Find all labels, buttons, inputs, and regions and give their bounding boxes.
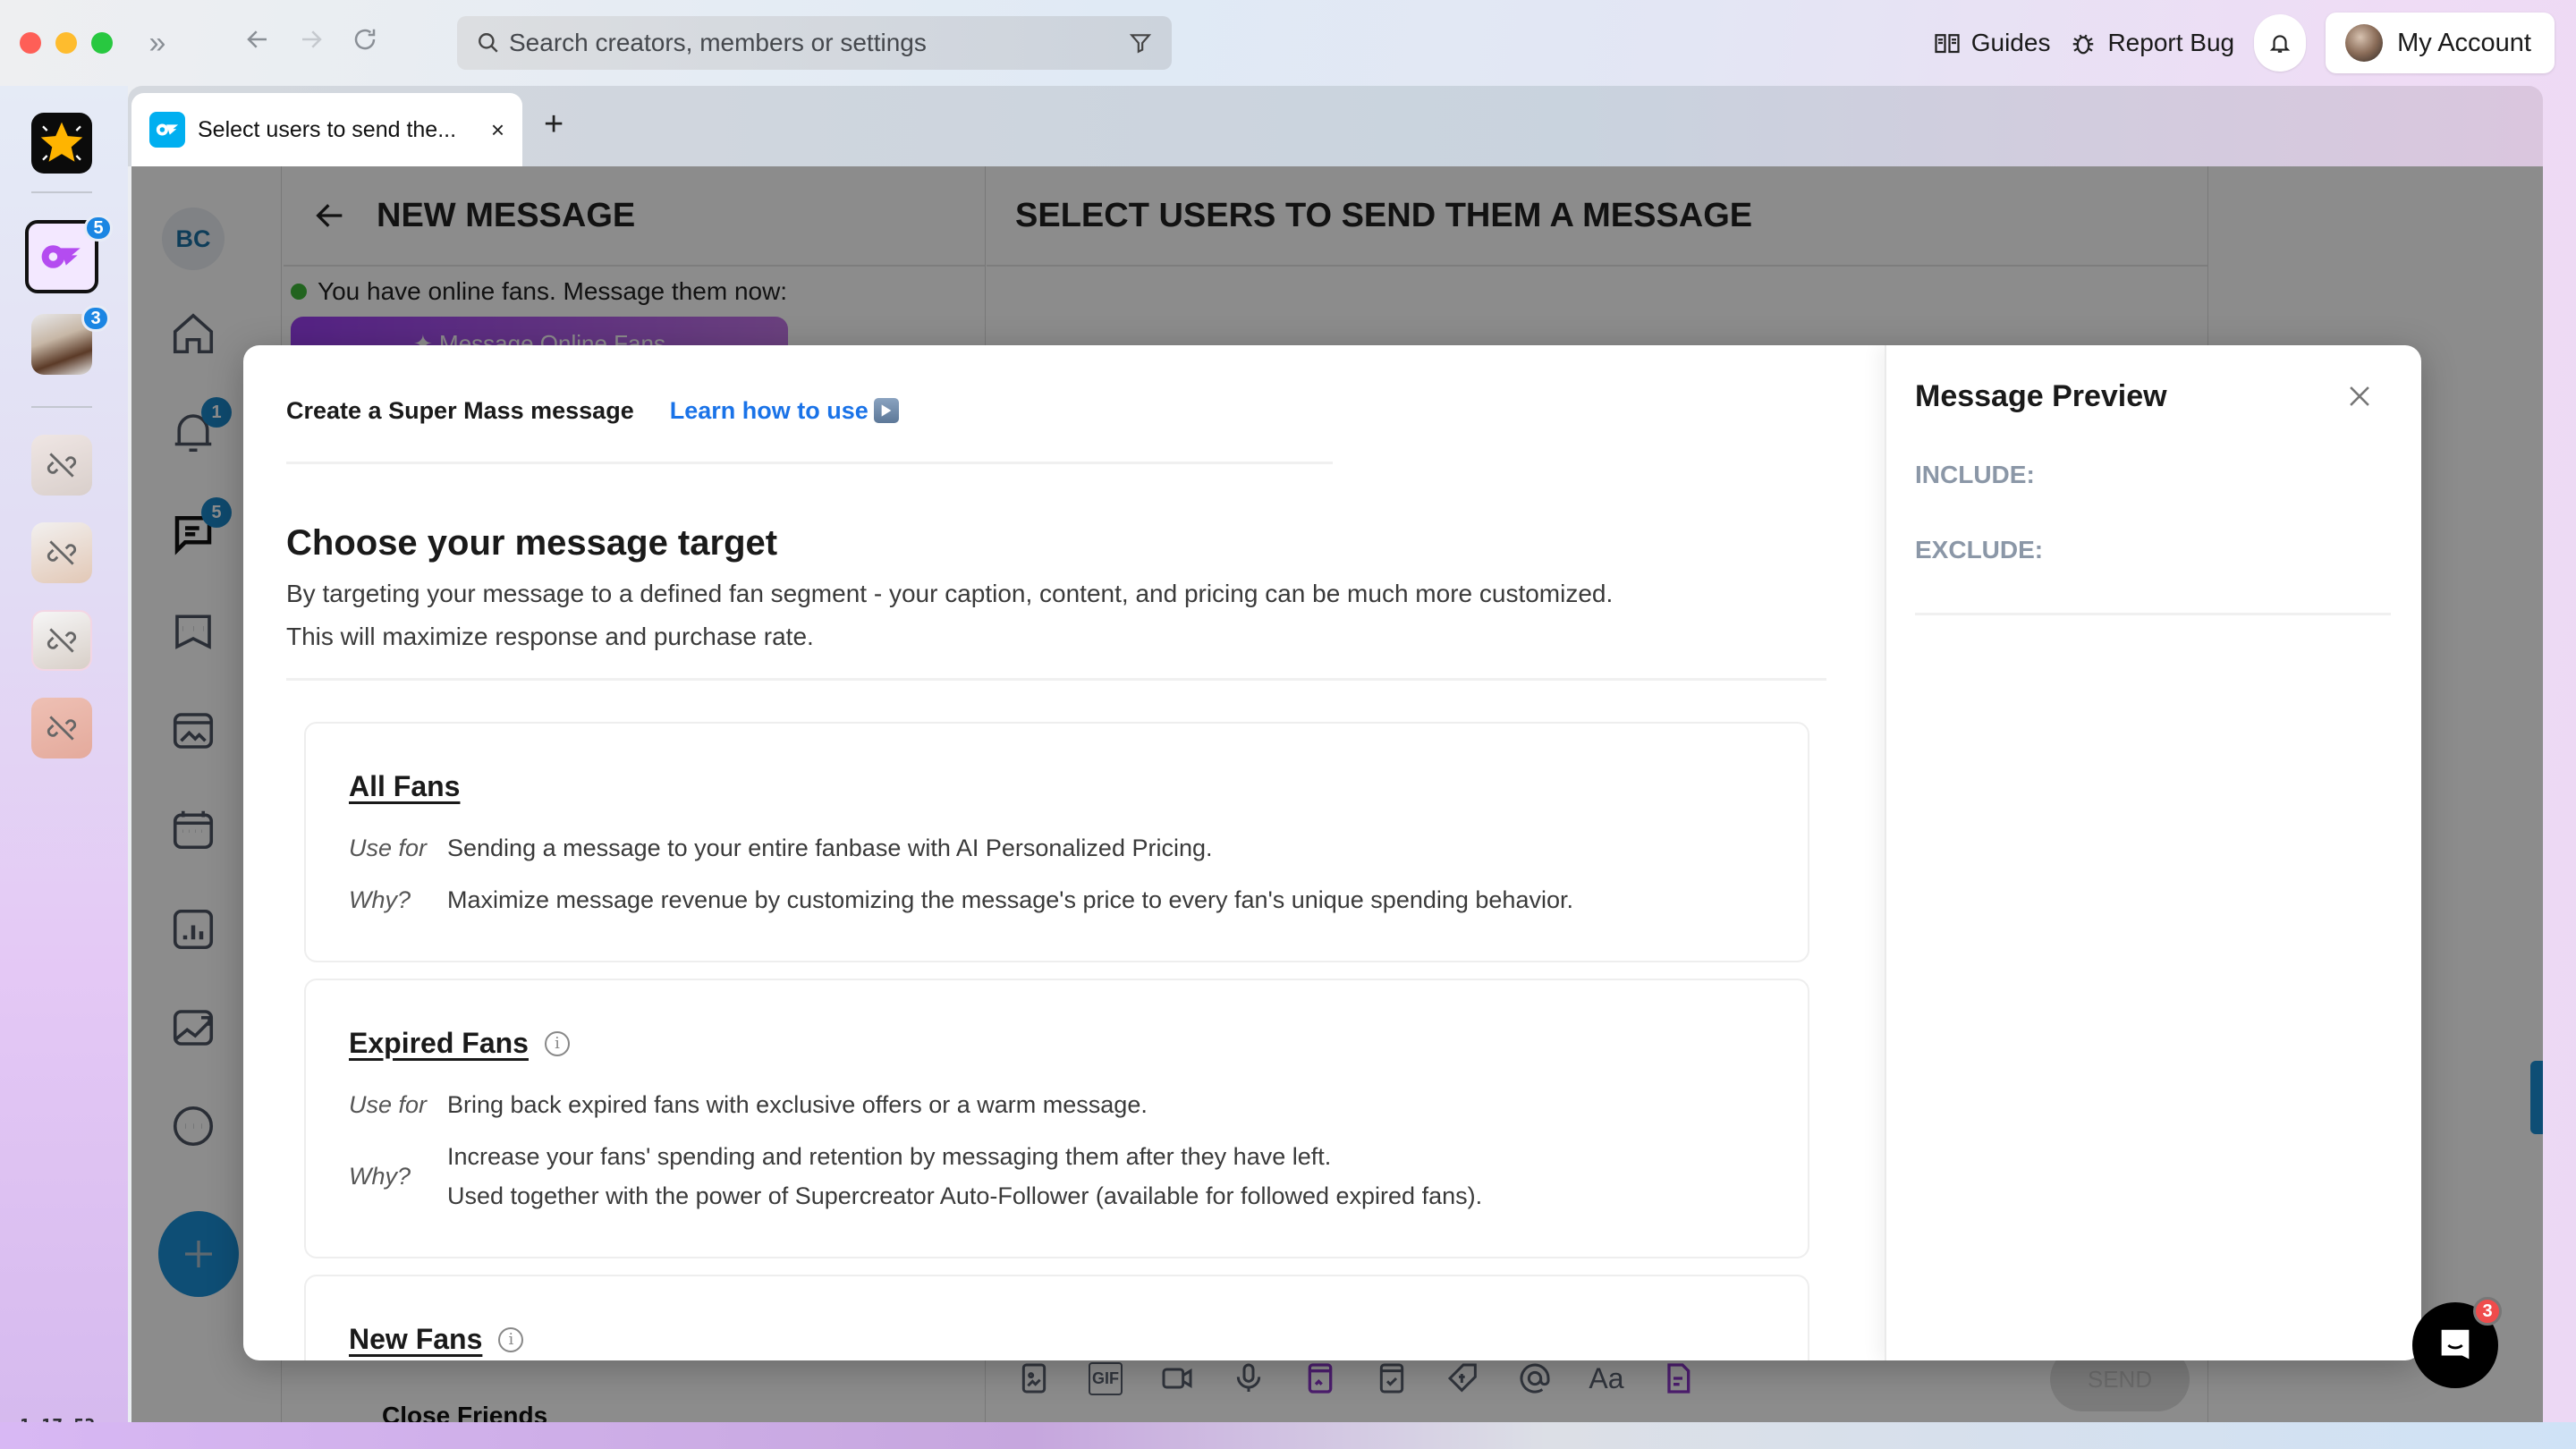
use-for-label: Use for (349, 834, 428, 861)
target-heading: Choose your message target (286, 523, 778, 563)
tab-select-users[interactable]: Select users to send the... × (131, 93, 522, 166)
guides-link[interactable]: Guides (1934, 29, 2051, 57)
target-option-new-fans[interactable]: New Fans i (304, 1275, 1809, 1360)
sidebar-toggle-button[interactable]: » (140, 25, 175, 61)
message-preview-panel: Message Preview INCLUDE: EXCLUDE: (1885, 345, 2421, 1360)
top-right-actions: Guides Report Bug My Account (1934, 13, 2555, 73)
learn-link-label: Learn how to use (669, 396, 869, 424)
modal-title: Create a Super Mass message (286, 396, 634, 424)
learn-how-to-use-link[interactable]: Learn how to use (670, 397, 899, 425)
chat-badge: 3 (2473, 1297, 2502, 1326)
why-text: Maximize message revenue by customizing … (447, 886, 1573, 913)
target-option-all-fans[interactable]: All Fans Use for Sending a message to yo… (304, 722, 1809, 962)
book-icon (1935, 34, 1960, 54)
back-button[interactable] (240, 25, 275, 61)
search-input[interactable] (509, 29, 1129, 57)
target-selection-panel: Create a Super Mass message Learn how to… (243, 345, 1885, 1360)
use-for-text: Bring back expired fans with exclusive o… (447, 1091, 1148, 1118)
description-line-2: This will maximize response and purchase… (286, 623, 814, 650)
linked-account-3-button[interactable] (31, 610, 92, 671)
linked-account-4-button[interactable] (31, 698, 92, 758)
my-account-label: My Account (2397, 28, 2531, 57)
unlink-icon (47, 453, 77, 478)
description-divider (286, 678, 1826, 681)
my-account-button[interactable]: My Account (2326, 13, 2555, 73)
super-mass-message-modal: Create a Super Mass message Learn how to… (243, 345, 2421, 1360)
onlyfans-favicon-icon (149, 112, 185, 148)
double-chevron-right-icon: » (148, 26, 166, 60)
reload-icon (354, 29, 376, 50)
report-bug-label: Report Bug (2107, 29, 2235, 56)
tab-strip: Select users to send the... × + (128, 86, 2543, 166)
creator-profile-button[interactable]: 3 (31, 305, 110, 375)
why-line-1: Increase your fans' spending and retenti… (447, 1143, 1332, 1170)
use-for-label: Use for (349, 1090, 428, 1118)
unlink-icon (47, 540, 77, 565)
forward-button[interactable] (293, 25, 329, 61)
filter-icon[interactable] (1129, 30, 1152, 55)
new-tab-button[interactable]: + (544, 106, 564, 144)
report-bug-link[interactable]: Report Bug (2070, 29, 2234, 57)
option-title: New Fans (349, 1323, 483, 1355)
option-title: Expired Fans (349, 1027, 529, 1059)
unlink-icon (47, 628, 77, 653)
header-divider (286, 462, 1333, 464)
window-controls (20, 32, 113, 54)
target-description: By targeting your message to a defined f… (286, 572, 1885, 658)
tab-close-button[interactable]: × (491, 116, 504, 144)
target-options: All Fans Use for Sending a message to yo… (286, 722, 1885, 1360)
description-line-1: By targeting your message to a defined f… (286, 580, 1614, 607)
linked-account-2-button[interactable] (31, 522, 92, 583)
onlyfans-account-button[interactable]: 5 (25, 215, 113, 293)
profile-badge: 3 (81, 305, 110, 332)
minimize-window-button[interactable] (55, 32, 77, 54)
exclude-label: EXCLUDE: (1915, 536, 2044, 564)
page-content: BC 1 5 NEW MESSAGE You have online fans.… (131, 166, 2543, 1423)
chat-smile-icon (2441, 1329, 2470, 1360)
onlyfans-logo-icon (41, 245, 80, 268)
tab-title: Select users to send the... (198, 116, 457, 142)
supercreator-app-button[interactable] (31, 113, 92, 174)
notifications-button[interactable] (2254, 14, 2307, 72)
preview-title: Message Preview (1915, 379, 2167, 413)
guides-label: Guides (1970, 29, 2051, 56)
why-label: Why? (349, 1162, 411, 1190)
why-line-2: Used together with the power of Supercre… (447, 1182, 1483, 1209)
unlink-icon (47, 716, 77, 741)
why-label: Why? (349, 886, 411, 913)
account-avatar (2345, 24, 2384, 62)
linked-account-1-button[interactable] (31, 435, 92, 496)
search-icon (479, 33, 498, 53)
option-title: All Fans (349, 770, 461, 802)
support-chat-button[interactable]: 3 (2412, 1297, 2502, 1388)
maximize-window-button[interactable] (91, 32, 113, 54)
play-icon (873, 398, 899, 423)
target-option-expired-fans[interactable]: Expired Fans i Use for Bring back expire… (304, 979, 1809, 1258)
close-window-button[interactable] (20, 32, 41, 54)
info-icon[interactable]: i (498, 1326, 524, 1352)
separator (31, 406, 92, 408)
bug-icon (2073, 34, 2094, 55)
star-logo-icon (40, 122, 83, 162)
bell-icon (2269, 35, 2291, 53)
include-label: INCLUDE: (1915, 461, 2035, 488)
info-icon[interactable]: i (544, 1030, 570, 1056)
use-for-text: Sending a message to your entire fanbase… (447, 835, 1213, 861)
close-icon[interactable] (2344, 381, 2375, 411)
arrow-right-icon (302, 30, 322, 48)
separator (31, 191, 92, 193)
window-bottom-edge (0, 1422, 2576, 1449)
reload-button[interactable] (347, 25, 383, 61)
arrow-left-icon (247, 30, 267, 48)
global-search[interactable] (457, 16, 1172, 70)
why-text: Increase your fans' spending and retenti… (447, 1137, 1767, 1216)
preview-divider (1915, 613, 2391, 615)
account-badge: 5 (84, 215, 113, 242)
